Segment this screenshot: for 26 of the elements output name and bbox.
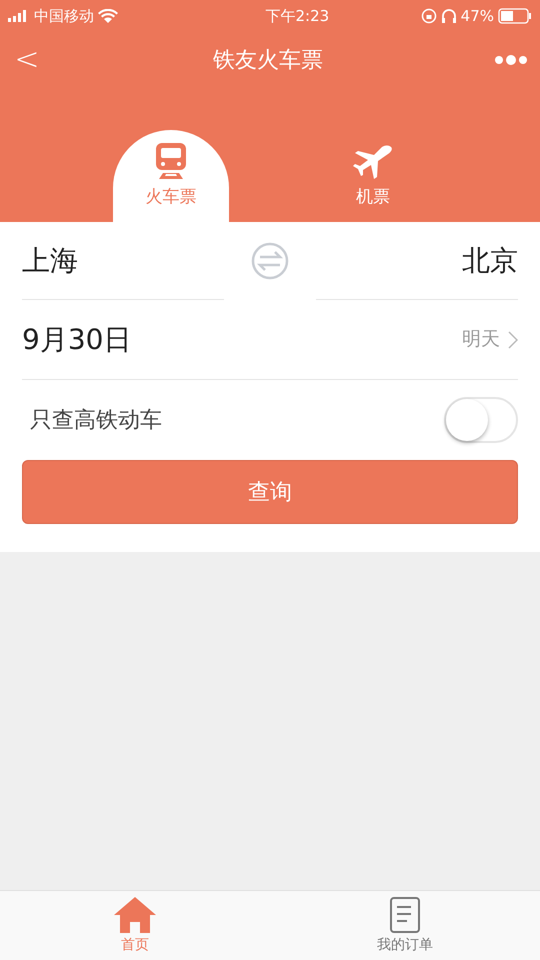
more-icon[interactable]	[494, 54, 528, 66]
train-icon	[153, 141, 189, 182]
bottom-tab[interactable]: 首页	[0, 891, 270, 960]
high-speed-filter-label: 只查高铁动车	[29, 406, 162, 434]
travel-date: 9月30日	[22, 322, 132, 358]
mode-tab[interactable]: 机票	[315, 130, 431, 222]
page-title: 铁友火车票	[213, 46, 323, 74]
wifi-icon	[98, 9, 118, 23]
bottom-tab[interactable]: 我的订单	[270, 891, 540, 960]
chevron-right-icon	[508, 330, 518, 348]
headphones-icon	[440, 8, 457, 24]
carrier-name: 中国移动	[34, 6, 94, 27]
date-row[interactable]: 9月30日 明天	[22, 300, 518, 380]
swap-icon[interactable]	[250, 241, 290, 281]
status-time: 下午2:23	[265, 6, 330, 27]
home-icon	[112, 895, 158, 935]
toggle-switch[interactable]	[444, 397, 518, 443]
battery-icon	[498, 8, 532, 24]
back-button[interactable]: <	[12, 45, 42, 75]
departure-city[interactable]: 上海	[22, 240, 78, 282]
date-hint: 明天	[462, 327, 500, 352]
arrival-city[interactable]: 北京	[462, 240, 518, 282]
battery-percent: 47%	[460, 6, 494, 27]
mode-tab[interactable]: 火车票	[113, 130, 229, 222]
rotation-lock-icon	[420, 8, 437, 24]
search-button[interactable]: 查询	[22, 460, 518, 524]
